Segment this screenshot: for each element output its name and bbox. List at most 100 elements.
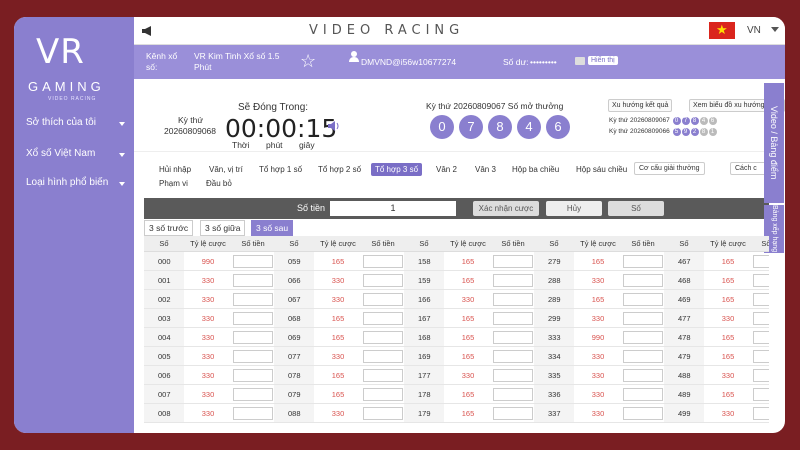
number-cell[interactable]: 166 [404,290,444,309]
tab-front-3[interactable]: 3 số trước [144,220,194,236]
sidebar-item-vietnam-lottery[interactable]: Xổ số Việt Nam [26,148,95,159]
number-cell[interactable]: 079 [274,385,314,404]
amount-input[interactable] [233,388,273,401]
number-cell[interactable]: 333 [534,328,574,347]
megaphone-icon[interactable] [141,25,153,37]
tab-box-6way[interactable]: Hộp sáu chiều [576,165,627,174]
amount-input[interactable] [363,407,403,420]
number-cell[interactable]: 279 [534,252,574,271]
amount-input[interactable] [623,369,663,382]
amount-input[interactable] [233,274,273,287]
amount-input[interactable] [233,331,273,344]
amount-input[interactable] [493,407,533,420]
number-cell[interactable]: 088 [274,404,314,423]
number-cell[interactable]: 337 [534,404,574,423]
number-cell[interactable]: 467 [664,252,704,271]
amount-input[interactable] [493,369,533,382]
amount-input[interactable] [623,388,663,401]
amount-input[interactable] [623,350,663,363]
number-cell[interactable]: 177 [404,366,444,385]
chevron-down-icon[interactable] [119,153,125,157]
vietnam-flag-icon[interactable]: ★ [709,22,735,39]
trend-result-button[interactable]: Xu hướng kết quả [608,99,673,112]
number-cell[interactable]: 478 [664,328,704,347]
number-cell[interactable]: 008 [144,404,184,423]
amount-input[interactable] [363,369,403,382]
chevron-down-icon[interactable] [771,27,779,32]
tab-van-3[interactable]: Vân 3 [475,165,496,174]
tab-head-drop[interactable]: Đầu bỏ [206,179,232,188]
amount-input[interactable] [493,312,533,325]
amount-input[interactable] [753,331,769,344]
number-cell[interactable]: 003 [144,309,184,328]
cancel-button[interactable]: Hủy [546,201,602,216]
speaker-icon[interactable] [327,119,341,136]
confirm-bet-button[interactable]: Xác nhận cược [473,201,539,216]
number-cell[interactable]: 289 [534,290,574,309]
amount-input[interactable] [363,274,403,287]
tab-middle-3[interactable]: 3 số giữa [200,220,246,236]
amount-input[interactable] [753,388,769,401]
tab-van-2[interactable]: Vân 2 [436,165,457,174]
number-cell[interactable]: 488 [664,366,704,385]
amount-input[interactable] [233,407,273,420]
tab-combo-2[interactable]: Tổ hợp 2 số [318,165,361,174]
number-cell[interactable]: 178 [404,385,444,404]
language-select[interactable]: VN [747,25,761,36]
amount-input[interactable] [363,293,403,306]
sidebar-item-favorites[interactable]: Sở thích của tôi [26,117,96,128]
number-cell[interactable]: 469 [664,290,704,309]
amount-input[interactable] [363,331,403,344]
amount-input[interactable] [363,255,403,268]
number-cell[interactable]: 069 [274,328,314,347]
amount-input[interactable] [363,350,403,363]
number-cell[interactable]: 167 [404,309,444,328]
amount-input[interactable] [753,407,769,420]
amount-input[interactable] [363,388,403,401]
number-cell[interactable]: 499 [664,404,704,423]
sidebar-item-popular[interactable]: Loại hình phổ biến [26,177,108,188]
chevron-down-icon[interactable] [119,122,125,126]
number-cell[interactable]: 002 [144,290,184,309]
tab-combo-3[interactable]: Tổ hợp 3 số [371,163,423,176]
amount-input[interactable] [753,369,769,382]
star-icon[interactable]: ☆ [300,51,316,72]
number-cell[interactable]: 288 [534,271,574,290]
amount-input[interactable] [233,293,273,306]
amount-input[interactable] [623,293,663,306]
number-cell[interactable]: 005 [144,347,184,366]
amount-input[interactable] [753,274,769,287]
tab-manual[interactable]: Hủi nhập [159,165,191,174]
tab-box-3way[interactable]: Hộp ba chiều [512,165,559,174]
number-cell[interactable]: 489 [664,385,704,404]
amount-input[interactable] [493,293,533,306]
amount-input[interactable] [753,350,769,363]
number-cell[interactable]: 066 [274,271,314,290]
number-cell[interactable]: 007 [144,385,184,404]
number-cell[interactable]: 179 [404,404,444,423]
number-cell[interactable]: 000 [144,252,184,271]
amount-input[interactable]: 1 [330,201,456,216]
number-cell[interactable]: 158 [404,252,444,271]
amount-input[interactable] [233,350,273,363]
video-scoreboard-tab[interactable]: Video / Bảng điểm [764,83,784,203]
amount-input[interactable] [753,312,769,325]
amount-input[interactable] [753,293,769,306]
number-cell[interactable]: 477 [664,309,704,328]
amount-input[interactable] [493,331,533,344]
number-cell[interactable]: 468 [664,271,704,290]
number-cell[interactable]: 004 [144,328,184,347]
tab-range[interactable]: Phạm vi [159,179,188,188]
amount-input[interactable] [233,255,273,268]
amount-input[interactable] [493,274,533,287]
number-cell[interactable]: 169 [404,347,444,366]
number-cell[interactable]: 067 [274,290,314,309]
amount-input[interactable] [233,369,273,382]
tab-combo-1[interactable]: Tổ hợp 1 số [259,165,302,174]
amount-input[interactable] [493,350,533,363]
number-cell[interactable]: 068 [274,309,314,328]
amount-input[interactable] [623,255,663,268]
amount-input[interactable] [623,274,663,287]
amount-input[interactable] [623,407,663,420]
amount-input[interactable] [623,312,663,325]
